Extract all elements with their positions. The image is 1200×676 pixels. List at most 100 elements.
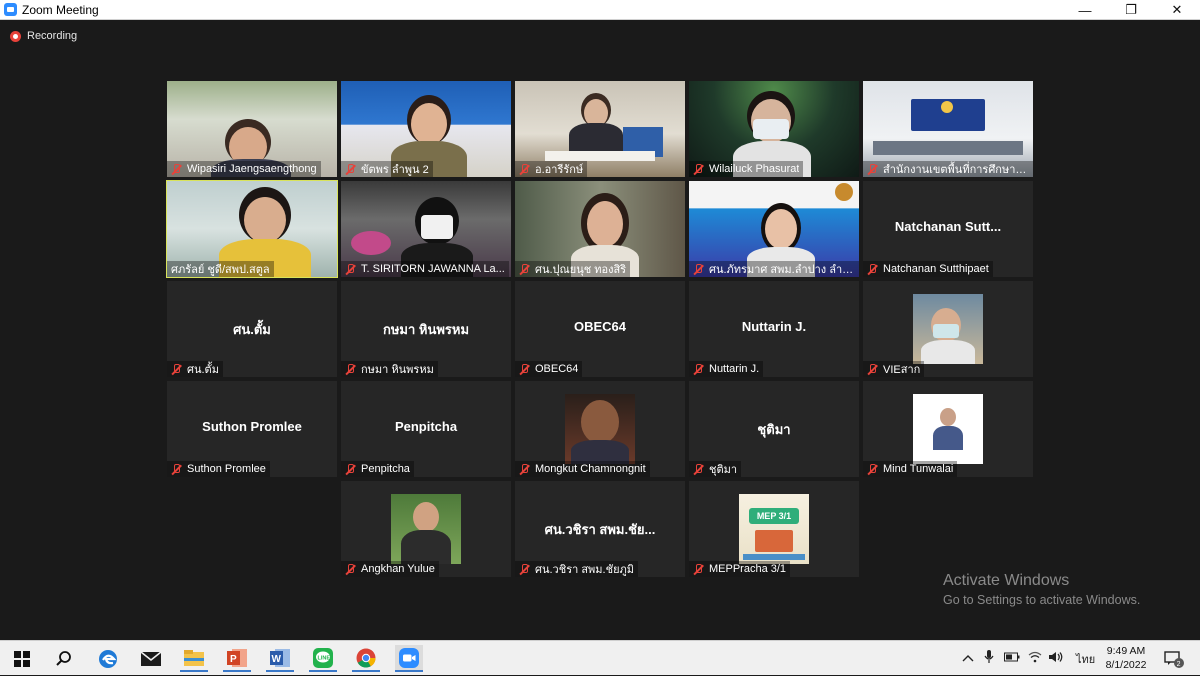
mic-muted-icon (693, 163, 704, 175)
line-app-icon[interactable]: LINE (309, 645, 337, 672)
participant-name: ศน.ตั้ม (187, 364, 219, 376)
participant-tile[interactable]: T. SIRITORN JAWANNA La... (341, 181, 511, 277)
participant-tile-active-speaker[interactable]: ศภรัลย์ ชูดี/สพป.สตูล (166, 180, 338, 278)
participant-tile[interactable]: Wilailuck Phasurat (689, 81, 859, 177)
participant-display-name: Nuttarin J. (741, 319, 807, 334)
svg-text:P: P (230, 654, 237, 665)
svg-text:LINE: LINE (318, 655, 331, 661)
microphone-icon[interactable] (984, 650, 994, 667)
participant-name: ศน.ภัทรมาศ สพม.ลำปาง ลำพูน (709, 264, 855, 276)
participant-nameplate: ศน.ปุณยนุช ทองสิริ (515, 261, 631, 277)
participant-display-name: Penpitcha (394, 419, 458, 434)
powerpoint-icon[interactable]: P (223, 645, 251, 672)
participant-tile[interactable]: อ.อารีรักษ์ (515, 81, 685, 177)
participant-name: Mind Tunwalai (883, 463, 954, 475)
watermark-subtitle: Go to Settings to activate Windows. (943, 593, 1141, 607)
participant-name: อ.อารีรักษ์ (535, 164, 584, 176)
participant-nameplate: ชุติมา (689, 461, 742, 477)
svg-text:W: W (272, 654, 282, 665)
participant-name: Penpitcha (361, 463, 410, 475)
wifi-icon[interactable] (1028, 651, 1042, 666)
participant-tile[interactable]: Nuttarin J. Nuttarin J. (689, 281, 859, 377)
recording-indicator[interactable]: Recording (10, 30, 77, 42)
participant-name: T. SIRITORN JAWANNA La... (361, 263, 505, 275)
participant-name: Natchanan Sutthipaet (883, 263, 989, 275)
gallery-view: Wipasiri Jaengsaengthong ขัตพร ลำพูน 2 อ… (166, 81, 1033, 579)
participant-tile[interactable]: Wipasiri Jaengsaengthong (167, 81, 337, 177)
edge-browser-icon[interactable] (94, 645, 122, 672)
participant-nameplate: Natchanan Sutthipaet (863, 261, 993, 277)
participant-tile[interactable]: ศน.ภัทรมาศ สพม.ลำปาง ลำพูน (689, 181, 859, 277)
participant-name: ขัตพร ลำพูน 2 (361, 164, 429, 176)
mic-muted-icon (519, 563, 530, 575)
participant-tile[interactable]: ศน.วชิรา สพม.ชัย... ศน.วชิรา สพม.ชัยภูมิ (515, 481, 685, 577)
window-title: Zoom Meeting (22, 2, 99, 17)
participant-name: ศน.วชิรา สพม.ชัยภูมิ (535, 564, 635, 576)
participant-tile[interactable]: กษมา หินพรหม กษมา หินพรหม (341, 281, 511, 377)
participant-name: Angkhan Yulue (361, 563, 435, 575)
participant-nameplate: Wilailuck Phasurat (689, 161, 804, 177)
mic-muted-icon (867, 363, 878, 375)
participant-nameplate: ขัตพร ลำพูน 2 (341, 161, 433, 177)
participant-nameplate: ศภรัลย์ ชูดี/สพป.สตูล (167, 261, 274, 277)
zoom-app-icon (4, 3, 17, 16)
chrome-icon[interactable] (352, 645, 380, 672)
volume-icon[interactable] (1048, 651, 1064, 666)
mic-muted-icon (519, 463, 530, 475)
participant-nameplate: OBEC64 (515, 361, 583, 377)
participant-name: ศภรัลย์ ชูดี/สพป.สตูล (171, 264, 270, 276)
mic-muted-icon (345, 363, 356, 375)
participant-nameplate: อ.อารีรักษ์ (515, 161, 588, 177)
participant-tile[interactable]: ชุติมา ชุติมา (689, 381, 859, 477)
battery-icon[interactable] (1004, 652, 1020, 665)
participant-tile[interactable]: ศน.ปุณยนุช ทองสิริ (515, 181, 685, 277)
mic-muted-icon (519, 363, 530, 375)
clock-time: 9:49 AM (1106, 645, 1146, 657)
participant-nameplate: ศน.ภัทรมาศ สพม.ลำปาง ลำพูน (689, 261, 859, 277)
mic-muted-icon (693, 563, 704, 575)
profile-picture (913, 294, 983, 364)
file-explorer-icon[interactable] (180, 645, 208, 672)
profile-picture (565, 394, 635, 464)
windows-start-icon[interactable] (8, 645, 36, 672)
participant-tile[interactable]: Angkhan Yulue (341, 481, 511, 577)
participant-tile[interactable]: ศน.ตั้ม ศน.ตั้ม (167, 281, 337, 377)
mic-muted-icon (345, 263, 356, 275)
search-icon[interactable] (50, 645, 78, 672)
profile-picture: MEP 3/1 (739, 494, 809, 564)
input-language-indicator[interactable]: ไทย (1076, 650, 1095, 668)
participant-name: Wilailuck Phasurat (709, 163, 800, 175)
mic-muted-icon (693, 363, 704, 375)
participant-tile[interactable]: OBEC64 OBEC64 (515, 281, 685, 377)
participant-nameplate: Suthon Promlee (167, 461, 270, 477)
participant-name: กษมา หินพรหม (361, 364, 434, 376)
mail-icon[interactable] (137, 645, 165, 672)
participant-tile[interactable]: Mongkut Chamnongnit (515, 381, 685, 477)
maximize-button[interactable]: ❐ (1108, 0, 1154, 20)
participant-nameplate: ศน.ตั้ม (167, 361, 223, 377)
notifications-icon[interactable]: 2 (1160, 645, 1188, 672)
participant-tile[interactable]: ขัตพร ลำพูน 2 (341, 81, 511, 177)
participant-display-name: ศน.ตั้ม (233, 322, 271, 337)
minimize-button[interactable]: — (1062, 0, 1108, 20)
tray-overflow-chevron-icon[interactable] (962, 653, 974, 665)
participant-tile[interactable]: Penpitcha Penpitcha (341, 381, 511, 477)
participant-tile[interactable]: Suthon Promlee Suthon Promlee (167, 381, 337, 477)
record-icon (10, 30, 21, 42)
participant-name: OBEC64 (535, 363, 579, 375)
participant-nameplate: Mind Tunwalai (863, 461, 958, 477)
participant-tile[interactable]: Natchanan Sutt... Natchanan Sutthipaet (863, 181, 1033, 277)
watermark-title: Activate Windows (943, 572, 1070, 589)
participant-tile[interactable]: Mind Tunwalai (863, 381, 1033, 477)
word-icon[interactable]: W (266, 645, 294, 672)
taskbar-clock[interactable]: 9:49 AM 8/1/2022 (1098, 644, 1154, 672)
mic-muted-icon (345, 563, 356, 575)
close-button[interactable]: ✕ (1154, 0, 1200, 20)
profile-picture (913, 394, 983, 464)
zoom-taskbar-icon[interactable] (395, 645, 423, 672)
participant-tile[interactable]: MEP 3/1 MEPPracha 3/1 (689, 481, 859, 577)
mic-muted-icon (171, 363, 182, 375)
participant-tile[interactable]: สำนักงานเขตพื้นที่การศึกษาประ... (863, 81, 1033, 177)
participant-tile[interactable]: VIEสาก (863, 281, 1033, 377)
participant-display-name: Suthon Promlee (202, 419, 302, 434)
